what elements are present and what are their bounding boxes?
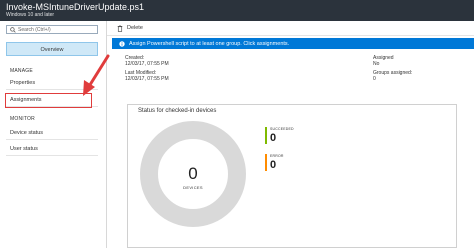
info-icon — [119, 40, 125, 47]
search-box[interactable] — [6, 25, 98, 34]
assigned-value: No — [373, 61, 380, 67]
groups-value: 0 — [373, 76, 376, 82]
error-value: 0 — [270, 159, 277, 171]
sidebar-item-device-status[interactable]: Device status — [6, 126, 98, 140]
banner-text: Assign Powershell script to at least one… — [129, 40, 290, 47]
succeeded-label: SUCCEEDED — [270, 127, 294, 131]
page-subtitle: Windows 10 and later — [6, 12, 55, 18]
blade-header: Invoke-MSIntuneDriverUpdate.ps1 Windows … — [0, 0, 474, 21]
trash-icon[interactable] — [117, 24, 123, 32]
section-label-manage: MANAGE — [10, 68, 33, 74]
error-legend-bar — [265, 154, 267, 171]
search-icon — [10, 26, 16, 33]
created-field: Created: 12/03/17, 07:55 PM — [125, 55, 169, 67]
modified-value: 12/03/17, 07:55 PM — [125, 76, 169, 82]
section-label-monitor: MONITOR — [10, 116, 35, 122]
created-value: 12/03/17, 07:55 PM — [125, 61, 169, 67]
status-panel[interactable]: Status for checked-in devices 0 DEVICES … — [127, 104, 457, 248]
status-donut-chart: 0 DEVICES — [140, 121, 246, 227]
command-bar: Delete — [107, 21, 474, 36]
assignments-highlight-box — [5, 93, 92, 108]
groups-field: Groups assigned: 0 — [373, 70, 412, 82]
delete-button[interactable]: Delete — [127, 25, 143, 31]
main-content: Delete Assign Powershell script to at le… — [107, 21, 474, 248]
donut-total-label: DEVICES — [183, 185, 203, 190]
succeeded-legend-bar — [265, 127, 267, 144]
search-input[interactable] — [18, 26, 96, 33]
page-title: Invoke-MSIntuneDriverUpdate.ps1 — [6, 2, 145, 12]
donut-total-value: 0 — [188, 164, 197, 183]
groups-label: Groups assigned: — [373, 70, 413, 76]
modified-field: Last Modified: 12/03/17, 07:55 PM — [125, 70, 169, 82]
info-banner[interactable]: Assign Powershell script to at least one… — [112, 38, 474, 49]
assigned-field: Assigned No — [373, 55, 394, 67]
sidebar-item-user-status[interactable]: User status — [6, 142, 98, 156]
error-label: ERROR — [270, 154, 284, 158]
succeeded-value: 0 — [270, 132, 277, 144]
status-panel-title: Status for checked-in devices — [138, 108, 217, 114]
